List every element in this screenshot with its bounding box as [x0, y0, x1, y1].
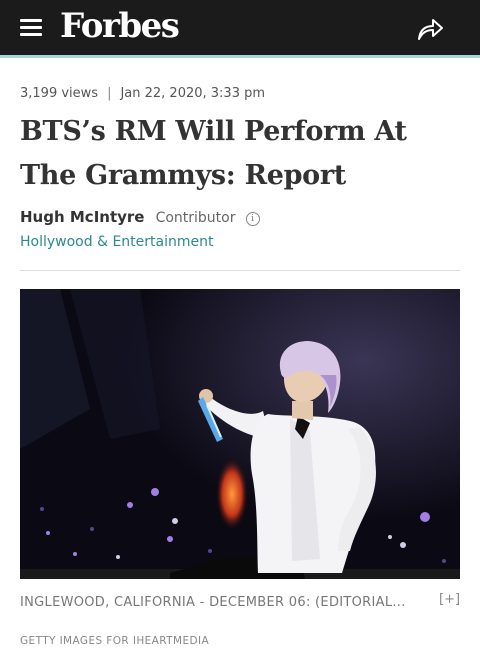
meta-separator: |	[107, 86, 112, 101]
forbes-logo[interactable]: Forbes	[60, 6, 180, 46]
article-title: BTS’s RM Will Perform At The Grammys: Re…	[20, 116, 407, 191]
view-count: 3,199 views	[20, 86, 99, 101]
hamburger-menu-icon[interactable]	[20, 19, 42, 37]
header-accent-line	[0, 55, 480, 58]
divider	[20, 270, 460, 271]
author-role: Contributor	[155, 210, 236, 226]
expand-caption-button[interactable]: [+]	[439, 592, 460, 607]
photo-caption: INGLEWOOD, CALIFORNIA - DECEMBER 06: (ED…	[20, 595, 406, 610]
article-meta: 3,199 views | Jan 22, 2020, 3:33 pm	[20, 86, 265, 101]
section-link[interactable]: Hollywood & Entertainment	[20, 234, 213, 250]
share-icon[interactable]	[416, 16, 444, 42]
top-bar: Forbes	[0, 0, 480, 58]
author-name[interactable]: Hugh McIntyre	[20, 208, 144, 226]
publish-date: Jan 22, 2020, 3:33 pm	[120, 86, 266, 101]
byline: Hugh McIntyre Contributor i	[20, 207, 260, 226]
info-icon[interactable]: i	[245, 212, 260, 226]
article-photo[interactable]	[20, 289, 460, 579]
photo-credit: GETTY IMAGES FOR IHEARTMEDIA	[20, 635, 210, 647]
